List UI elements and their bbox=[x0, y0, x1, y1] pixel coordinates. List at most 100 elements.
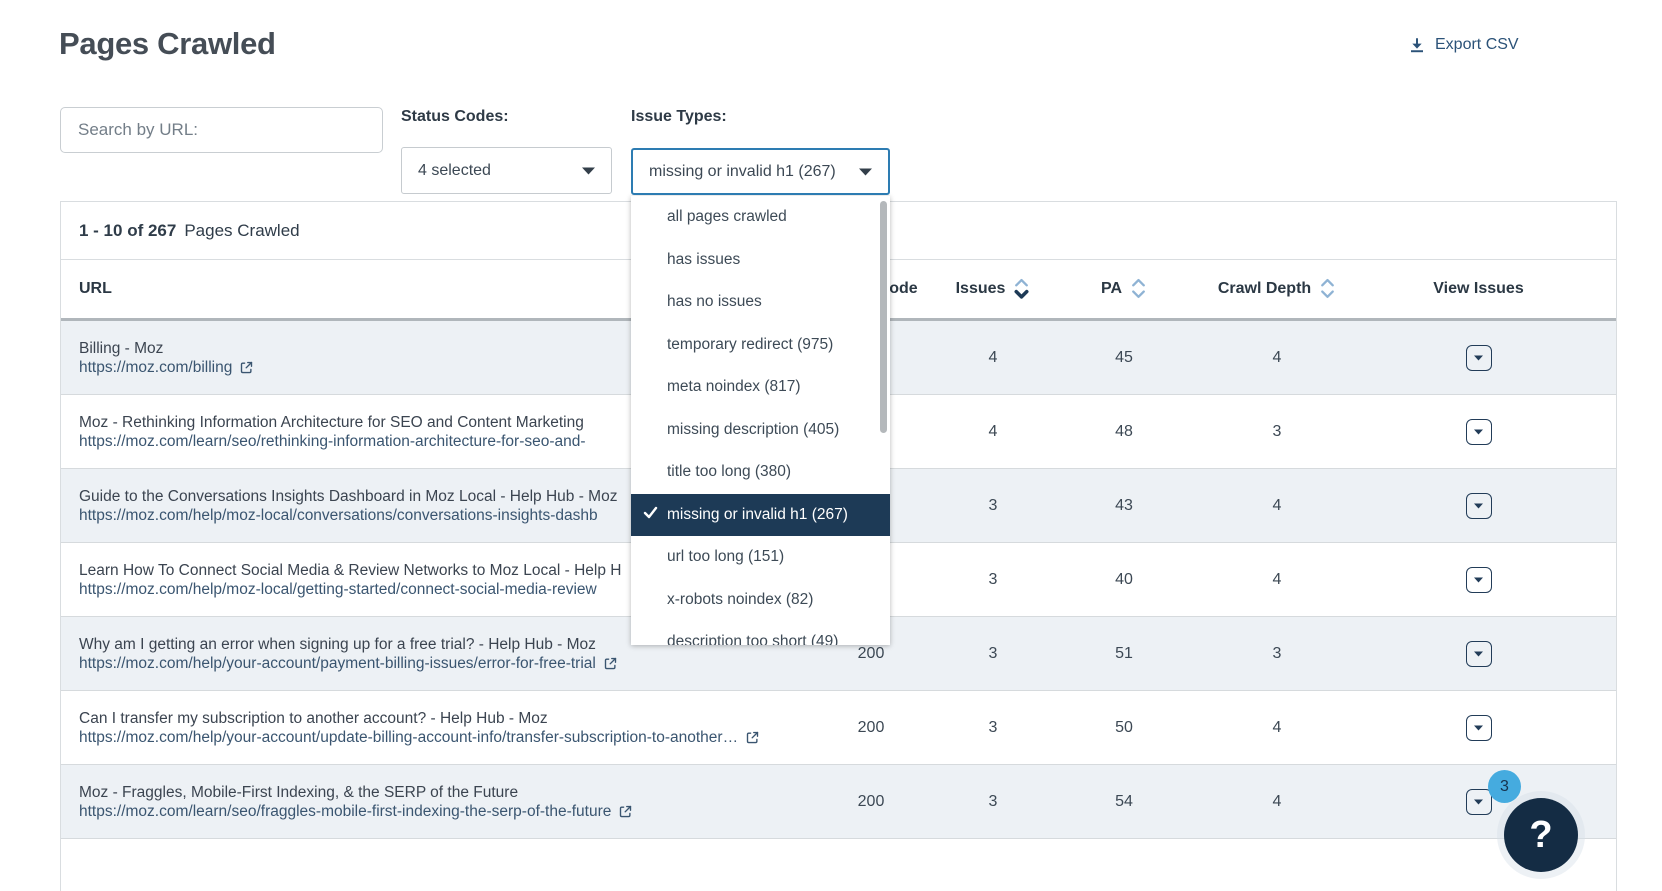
issue-type-option[interactable]: meta noindex (817) bbox=[631, 366, 890, 409]
column-header-crawl-depth[interactable]: Crawl Depth bbox=[1213, 278, 1341, 300]
issue-type-option[interactable]: temporary redirect (975) bbox=[631, 324, 890, 367]
issues-cell: 3 bbox=[951, 645, 1035, 663]
triangle-down-icon bbox=[1474, 355, 1483, 361]
issue-types-value: missing or invalid h1 (267) bbox=[649, 163, 836, 181]
issue-type-option-label: has no issues bbox=[667, 293, 762, 311]
column-header-pa[interactable]: PA bbox=[1035, 278, 1213, 300]
pa-cell: 54 bbox=[1035, 793, 1213, 811]
page-url-link[interactable]: https://moz.com/learn/seo/fraggles-mobil… bbox=[79, 802, 633, 821]
issue-types-select[interactable]: missing or invalid h1 (267) bbox=[631, 148, 890, 195]
crawl-depth-cell: 4 bbox=[1213, 719, 1341, 737]
view-issues-button[interactable] bbox=[1466, 493, 1492, 519]
results-label: Pages Crawled bbox=[184, 221, 299, 241]
issue-type-option[interactable]: all pages crawled bbox=[631, 196, 890, 239]
pa-cell: 43 bbox=[1035, 497, 1213, 515]
page-url-text: https://moz.com/billing bbox=[79, 358, 232, 377]
pa-cell: 48 bbox=[1035, 423, 1213, 441]
page-url-link[interactable]: https://moz.com/help/your-account/paymen… bbox=[79, 654, 618, 673]
status-codes-select[interactable]: 4 selected bbox=[401, 147, 612, 194]
table-row: Moz - Fraggles, Mobile-First Indexing, &… bbox=[61, 765, 1616, 839]
issue-type-option-label: x-robots noindex (82) bbox=[667, 591, 813, 609]
issue-types-dropdown: all pages crawled has issues has no issu… bbox=[631, 196, 890, 645]
page-url-link[interactable]: https://moz.com/learn/seo/rethinking-inf… bbox=[79, 432, 586, 451]
chevron-down-icon bbox=[859, 168, 872, 176]
status-code-cell: 200 bbox=[791, 645, 951, 663]
page-title: Pages Crawled bbox=[59, 26, 276, 62]
external-link-icon bbox=[603, 656, 618, 671]
page-title-text: Moz - Fraggles, Mobile-First Indexing, &… bbox=[79, 783, 791, 802]
issue-type-option-label: missing description (405) bbox=[667, 421, 839, 439]
table-row: Can I transfer my subscription to anothe… bbox=[61, 691, 1616, 765]
view-issues-button[interactable] bbox=[1466, 345, 1492, 371]
page-url-text: https://moz.com/help/your-account/update… bbox=[79, 728, 738, 747]
issues-cell: 4 bbox=[951, 423, 1035, 441]
issue-type-option[interactable]: title too long (380) bbox=[631, 451, 890, 494]
page-url-text: https://moz.com/learn/seo/rethinking-inf… bbox=[79, 432, 586, 451]
issue-types-listbox: all pages crawled has issues has no issu… bbox=[631, 196, 890, 645]
results-count: 1 - 10 of 267 bbox=[79, 221, 176, 241]
issues-cell: 3 bbox=[951, 793, 1035, 811]
help-button[interactable]: ? bbox=[1504, 798, 1578, 872]
issue-type-option[interactable]: has issues bbox=[631, 239, 890, 282]
external-link-icon bbox=[745, 730, 760, 745]
status-codes-label: Status Codes: bbox=[401, 108, 509, 126]
search-input[interactable] bbox=[60, 107, 383, 153]
view-issues-button[interactable] bbox=[1466, 567, 1492, 593]
view-issues-button[interactable] bbox=[1466, 641, 1492, 667]
issue-type-option-label: temporary redirect (975) bbox=[667, 336, 833, 354]
page-url-text: https://moz.com/help/moz-local/conversat… bbox=[79, 506, 598, 525]
column-header-pa-label: PA bbox=[1101, 280, 1122, 298]
dropdown-scrollbar-thumb[interactable] bbox=[880, 201, 887, 433]
page-title-text: Can I transfer my subscription to anothe… bbox=[79, 709, 791, 728]
url-cell: Can I transfer my subscription to anothe… bbox=[61, 709, 791, 747]
page-url-text: https://moz.com/help/moz-local/getting-s… bbox=[79, 580, 597, 599]
crawl-depth-cell: 3 bbox=[1213, 645, 1341, 663]
issue-type-option[interactable]: description too short (49) bbox=[631, 621, 890, 645]
issue-type-option-label: missing or invalid h1 (267) bbox=[667, 506, 848, 524]
pa-cell: 45 bbox=[1035, 349, 1213, 367]
url-cell: Moz - Fraggles, Mobile-First Indexing, &… bbox=[61, 783, 791, 821]
view-issues-button[interactable] bbox=[1466, 419, 1492, 445]
sort-icon bbox=[1319, 278, 1336, 300]
status-codes-value: 4 selected bbox=[418, 162, 491, 180]
export-csv-button[interactable]: Export CSV bbox=[1408, 36, 1519, 54]
crawl-depth-cell: 4 bbox=[1213, 349, 1341, 367]
page-url-text: https://moz.com/learn/seo/fraggles-mobil… bbox=[79, 802, 611, 821]
issue-type-option-label: all pages crawled bbox=[667, 208, 787, 226]
table-bottom-filler bbox=[61, 839, 1616, 888]
view-issues-button[interactable] bbox=[1466, 715, 1492, 741]
triangle-down-icon bbox=[1474, 429, 1483, 435]
issue-type-option-label: description too short (49) bbox=[667, 633, 838, 645]
page-url-link[interactable]: https://moz.com/help/moz-local/getting-s… bbox=[79, 580, 597, 599]
page-url-link[interactable]: https://moz.com/help/your-account/update… bbox=[79, 728, 760, 747]
page-url-link[interactable]: https://moz.com/billing bbox=[79, 358, 254, 377]
triangle-down-icon bbox=[1474, 503, 1483, 509]
check-icon bbox=[643, 506, 658, 524]
external-link-icon bbox=[618, 804, 633, 819]
issue-type-option-label: has issues bbox=[667, 251, 740, 269]
issue-type-option-label: meta noindex (817) bbox=[667, 378, 801, 396]
issue-type-option[interactable]: has no issues bbox=[631, 281, 890, 324]
issue-type-option[interactable]: url too long (151) bbox=[631, 536, 890, 579]
issue-types-label: Issue Types: bbox=[631, 108, 727, 126]
issues-cell: 3 bbox=[951, 497, 1035, 515]
export-csv-label: Export CSV bbox=[1435, 36, 1519, 54]
pa-cell: 51 bbox=[1035, 645, 1213, 663]
external-link-icon bbox=[239, 360, 254, 375]
pages-crawled-page: Pages Crawled Export CSV Status Codes: 4… bbox=[0, 0, 1662, 891]
issue-type-option[interactable]: missing description (405) bbox=[631, 409, 890, 452]
help-notification-badge: 3 bbox=[1488, 770, 1521, 803]
column-header-issues[interactable]: Issues bbox=[951, 278, 1035, 300]
crawl-depth-cell: 3 bbox=[1213, 423, 1341, 441]
view-issues-button[interactable] bbox=[1466, 789, 1492, 815]
chevron-down-icon bbox=[582, 167, 595, 175]
column-header-issues-label: Issues bbox=[956, 280, 1006, 298]
issue-type-option[interactable]: x-robots noindex (82) bbox=[631, 579, 890, 622]
issue-type-option-label: title too long (380) bbox=[667, 463, 791, 481]
page-url-link[interactable]: https://moz.com/help/moz-local/conversat… bbox=[79, 506, 598, 525]
issue-type-option[interactable]: missing or invalid h1 (267) bbox=[631, 494, 890, 537]
pa-cell: 40 bbox=[1035, 571, 1213, 589]
column-header-crawl-depth-label: Crawl Depth bbox=[1218, 280, 1311, 298]
page-url-text: https://moz.com/help/your-account/paymen… bbox=[79, 654, 596, 673]
sort-desc-icon bbox=[1013, 278, 1030, 300]
